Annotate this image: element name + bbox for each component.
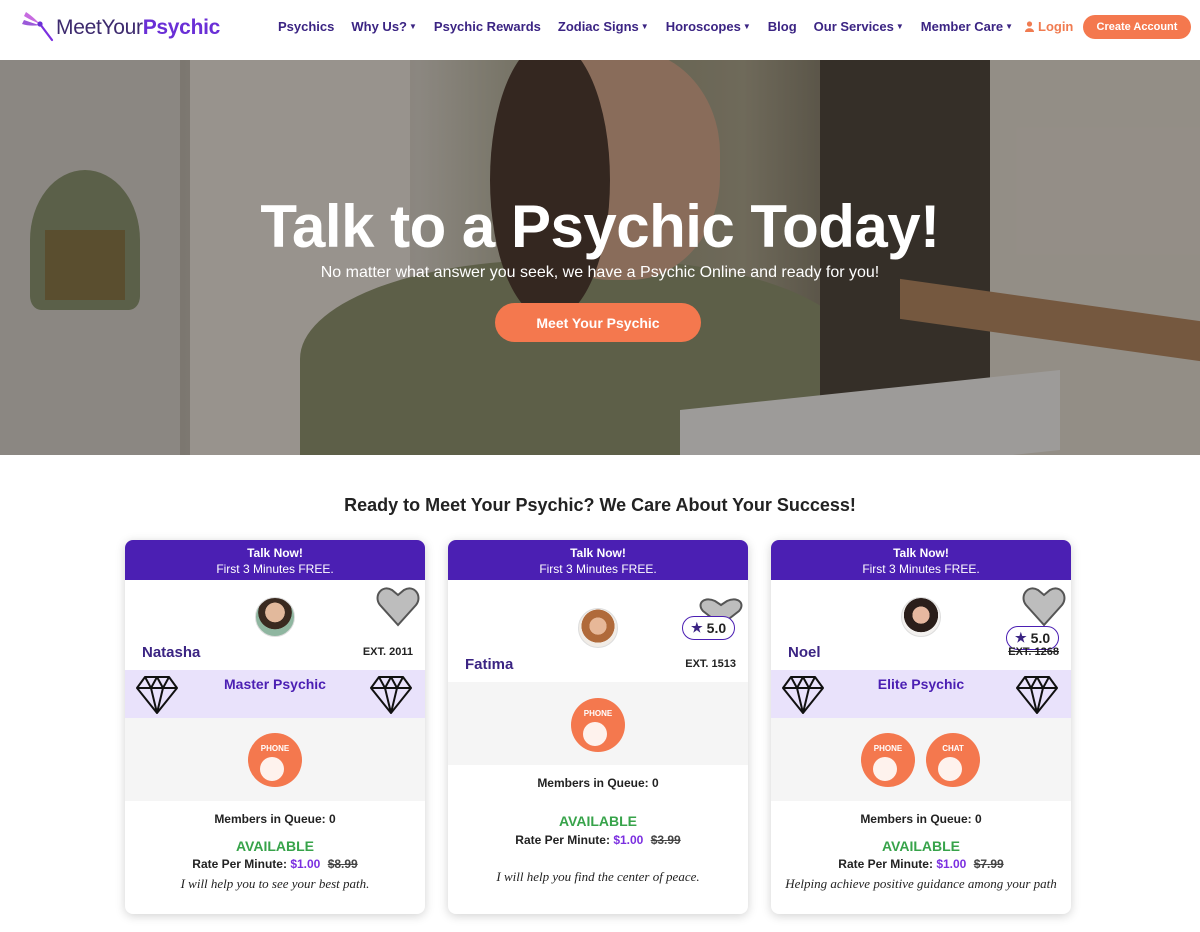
meet-your-psychic-button[interactable]: Meet Your Psychic [495, 303, 701, 342]
site-logo[interactable]: MeetYourPsychic [18, 8, 220, 48]
chevron-down-icon: ▼ [640, 22, 649, 31]
rating-badge: ★ 5.0 [682, 616, 736, 640]
psychic-name[interactable]: Fatima [465, 656, 513, 673]
queue-count: Members in Queue: 0 [860, 812, 982, 826]
old-price: $8.99 [327, 857, 358, 871]
phone-icon [583, 722, 607, 746]
nav-zodiac-signs[interactable]: Zodiac Signs ▼ [558, 19, 649, 34]
nav-psychics[interactable]: Psychics [278, 19, 334, 34]
star-icon: ★ [691, 620, 703, 635]
tier-banner: Master Psychic [125, 670, 425, 718]
diamond-icon [370, 676, 412, 714]
main-nav: Psychics Why Us? ▼ Psychic Rewards Zodiac… [278, 19, 1030, 34]
nav-blog[interactable]: Blog [768, 19, 797, 34]
card-header[interactable]: Talk Now! First 3 Minutes FREE. [125, 540, 425, 580]
hero-banner: Talk to a Psychic Today! No matter what … [0, 60, 1200, 455]
rate-per-minute: Rate Per Minute: $1.00 $3.99 [515, 833, 681, 847]
site-header: MeetYourPsychic Psychics Why Us? ▼ Psychi… [0, 0, 1200, 60]
contact-button-zone: PHONE [448, 682, 748, 765]
current-price: $1.00 [936, 857, 967, 871]
psychic-card-natasha[interactable]: Talk Now! First 3 Minutes FREE. Natasha … [125, 540, 425, 914]
nav-horoscopes[interactable]: Horoscopes ▼ [666, 19, 751, 34]
card-header[interactable]: Talk Now! First 3 Minutes FREE. [771, 540, 1071, 580]
psychic-card-noel[interactable]: Talk Now! First 3 Minutes FREE. ★ 5.0 Noe… [771, 540, 1071, 914]
star-icon: ★ [1015, 630, 1027, 645]
card-header-title: Talk Now! [570, 546, 626, 560]
psychic-tagline: Helping achieve positive guidance among … [785, 876, 1057, 891]
avatar[interactable] [578, 608, 618, 648]
nav-psychic-rewards[interactable]: Psychic Rewards [434, 19, 541, 34]
phone-icon [873, 757, 897, 781]
psychic-extension: EXT. 1513 [685, 658, 736, 670]
availability-status: AVAILABLE [558, 813, 638, 829]
old-price: $7.99 [973, 857, 1004, 871]
phone-button[interactable]: PHONE [248, 733, 302, 787]
avatar[interactable] [901, 597, 941, 637]
phone-icon [260, 757, 284, 781]
queue-count: Members in Queue: 0 [214, 812, 336, 826]
avatar[interactable] [255, 597, 295, 637]
card-header[interactable]: Talk Now! First 3 Minutes FREE. [448, 540, 748, 580]
phone-button[interactable]: PHONE [861, 733, 915, 787]
psychic-extension: EXT. 1268 [1008, 646, 1059, 658]
psychic-tagline: I will help you to see your best path. [180, 876, 370, 891]
card-header-subtitle: First 3 Minutes FREE. [862, 562, 980, 576]
tier-banner: Elite Psychic [771, 670, 1071, 718]
current-price: $1.00 [290, 857, 321, 871]
phone-button[interactable]: PHONE [571, 698, 625, 752]
nav-member-care[interactable]: Member Care ▼ [921, 19, 1013, 34]
dragonfly-logo-icon [22, 12, 54, 42]
card-header-subtitle: First 3 Minutes FREE. [539, 562, 657, 576]
chevron-down-icon: ▼ [895, 22, 904, 31]
contact-button-zone: PHONE [125, 718, 425, 801]
section-title: Ready to Meet Your Psychic? We Care Abou… [344, 495, 856, 515]
card-header-subtitle: First 3 Minutes FREE. [216, 562, 334, 576]
psychic-extension: EXT. 2011 [362, 646, 413, 658]
login-link[interactable]: Login [1025, 19, 1073, 34]
chevron-down-icon: ▼ [1005, 22, 1014, 31]
chevron-down-icon: ▼ [742, 22, 751, 31]
card-header-title: Talk Now! [893, 546, 949, 560]
queue-count: Members in Queue: 0 [537, 776, 659, 790]
logo-text: MeetYourPsychic [56, 16, 221, 39]
old-price: $3.99 [650, 833, 681, 847]
rate-per-minute: Rate Per Minute: $1.00 $7.99 [838, 857, 1004, 871]
nav-why-us[interactable]: Why Us? ▼ [351, 19, 417, 34]
psychic-card-fatima[interactable]: Talk Now! First 3 Minutes FREE. ★ 5.0 Fat… [448, 540, 748, 914]
hero-subtitle: No matter what answer you seek, we have … [320, 264, 880, 281]
current-price: $1.00 [613, 833, 644, 847]
psychic-tagline: I will help you find the center of peace… [496, 869, 700, 884]
heart-favorite-icon[interactable] [376, 585, 420, 627]
create-account-button[interactable]: Create Account [1083, 15, 1191, 39]
psychic-name[interactable]: Noel [788, 644, 821, 661]
heart-favorite-icon[interactable] [1022, 585, 1066, 627]
chat-icon [938, 757, 962, 781]
nav-our-services[interactable]: Our Services ▼ [814, 19, 904, 34]
chat-button[interactable]: CHAT [926, 733, 980, 787]
availability-status: AVAILABLE [235, 838, 315, 854]
user-icon [1025, 21, 1034, 32]
card-header-title: Talk Now! [247, 546, 303, 560]
availability-status: AVAILABLE [881, 838, 961, 854]
diamond-icon [1016, 676, 1058, 714]
hero-title: Talk to a Psychic Today! [260, 193, 940, 260]
rate-per-minute: Rate Per Minute: $1.00 $8.99 [192, 857, 358, 871]
contact-button-zone: PHONE CHAT [771, 718, 1071, 801]
psychic-name[interactable]: Natasha [142, 644, 200, 661]
chevron-down-icon: ▼ [409, 22, 417, 31]
